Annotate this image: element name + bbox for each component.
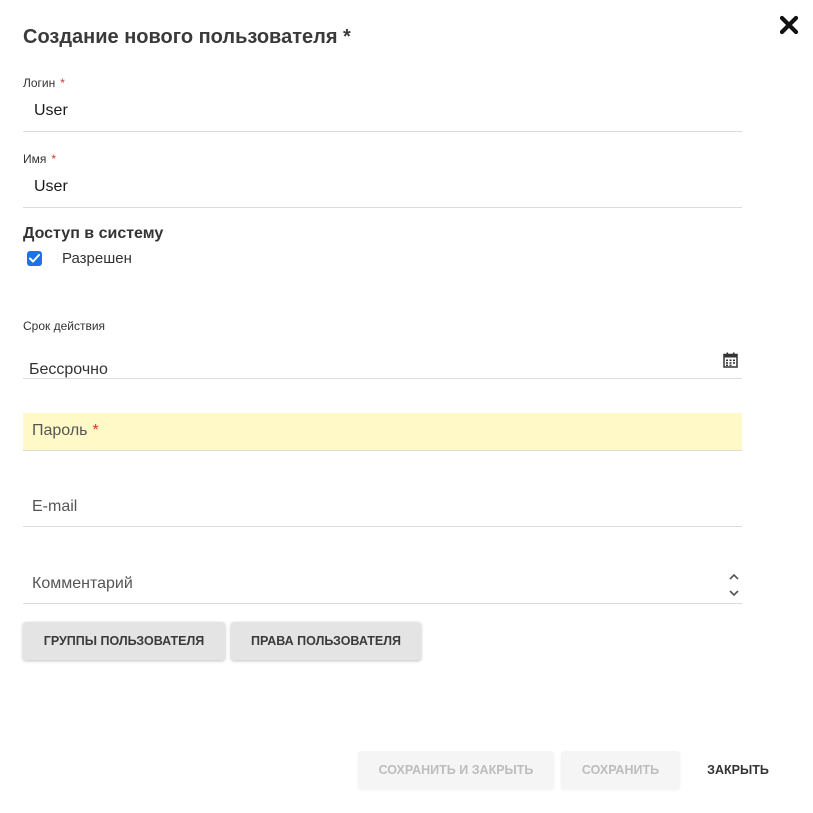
login-input[interactable] — [23, 97, 742, 125]
name-required-mark: * — [51, 152, 57, 166]
name-input[interactable] — [23, 173, 742, 201]
password-field[interactable]: Пароль * — [23, 413, 742, 451]
login-field: Логин * — [23, 76, 742, 132]
access-checkbox-row[interactable]: Разрешен — [27, 250, 132, 267]
close-icon[interactable] — [778, 14, 800, 36]
validity-value[interactable]: Бессрочно — [29, 361, 108, 379]
save-and-close-button[interactable]: СОХРАНИТЬ И ЗАКРЫТЬ — [358, 751, 554, 789]
scroll-down-icon[interactable] — [728, 585, 740, 602]
email-field[interactable]: E-mail — [23, 489, 742, 527]
save-button[interactable]: СОХРАНИТЬ — [561, 751, 680, 789]
validity-field: Срок действия Бессрочно — [23, 319, 742, 379]
email-input[interactable] — [23, 489, 742, 526]
comment-scrollbar[interactable] — [728, 568, 740, 602]
validity-label: Срок действия — [23, 319, 106, 333]
access-checkbox-label[interactable]: Разрешен — [62, 250, 132, 267]
password-input[interactable] — [23, 413, 742, 450]
validity-underline — [23, 378, 742, 379]
name-field: Имя * — [23, 152, 742, 208]
name-label: Имя — [23, 152, 47, 166]
scroll-up-icon[interactable] — [728, 568, 740, 585]
login-underline — [23, 131, 742, 132]
comment-input[interactable] — [23, 566, 723, 603]
login-required-mark: * — [60, 76, 65, 90]
user-rights-button[interactable]: ПРАВА ПОЛЬЗОВАТЕЛЯ — [231, 622, 421, 660]
login-label: Логин — [23, 76, 56, 90]
name-underline — [23, 207, 742, 208]
access-section-title: Доступ в систему — [23, 225, 164, 242]
access-checkbox[interactable] — [27, 251, 42, 266]
user-groups-button[interactable]: ГРУППЫ ПОЛЬЗОВАТЕЛЯ — [23, 622, 225, 660]
comment-field[interactable]: Комментарий — [23, 566, 742, 604]
checkmark-icon — [29, 254, 40, 263]
close-button[interactable]: ЗАКРЫТЬ — [694, 751, 782, 789]
dialog-title: Создание нового пользователя * — [23, 26, 351, 48]
calendar-icon[interactable] — [723, 352, 738, 368]
